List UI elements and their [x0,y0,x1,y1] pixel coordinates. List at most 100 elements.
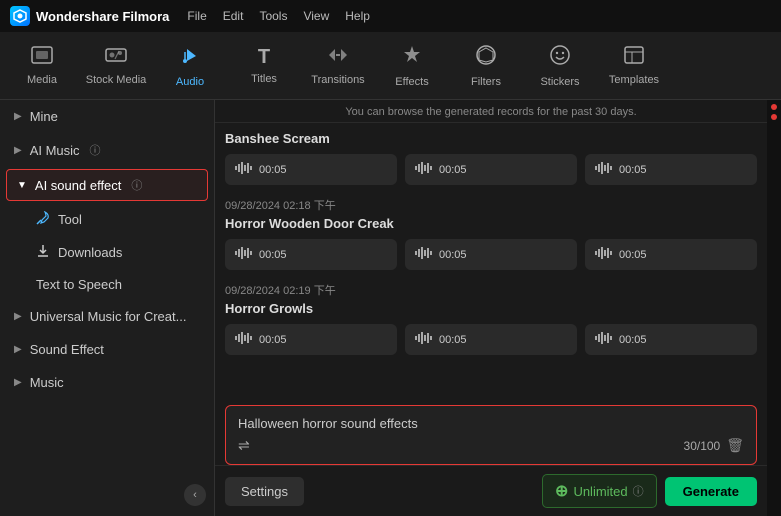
audio-track[interactable]: 00:05 [405,154,577,185]
sidebar-item-music[interactable]: ▶ Music [0,366,214,399]
trash-icon[interactable]: 🗑 [726,437,744,454]
sidebar-tts-label: Text to Speech [36,277,122,292]
toolbar-audio[interactable]: Audio [154,36,226,96]
audio-section-door-creak: 09/28/2024 02:18 下午 Horror Wooden Door C… [225,197,757,270]
audio-tracks-growls: 00:05 00:05 00:05 [225,324,757,355]
sidebar-collapse-button[interactable]: ‹ [184,484,206,506]
waveform-icon [415,162,433,177]
toolbar-stickers[interactable]: Stickers [524,36,596,96]
toolbar-templates[interactable]: Templates [598,36,670,96]
toolbar-filters-label: Filters [471,76,501,88]
prompt-box[interactable]: Halloween horror sound effects ⇌ 30/100 … [225,405,757,465]
brand: Wondershare Filmora [10,6,169,26]
collapse-icon: ‹ [193,489,197,501]
sidebar-item-text-to-speech[interactable]: Text to Speech [0,269,214,300]
toolbar-transitions[interactable]: Transitions [302,36,374,96]
strip-dot-red2 [771,114,777,120]
toolbar-transitions-label: Transitions [311,74,364,86]
toolbar-stock-media[interactable]: Stock Media [80,36,152,96]
prompt-text[interactable]: Halloween horror sound effects [238,416,744,431]
sidebar: ▶ Mine ▶ AI Music ⓘ ▼ AI sound effect ⓘ … [0,100,215,516]
sound-effect-arrow-icon: ▶ [14,344,22,355]
menu-items: File Edit Tools View Help [187,9,370,23]
section-date-door-creak: 09/28/2024 02:18 下午 [225,197,757,213]
sidebar-downloads-label: Downloads [58,245,122,260]
sidebar-item-tool[interactable]: Tool [0,203,214,236]
waveform-icon [595,332,613,347]
sidebar-sound-effect-label: Sound Effect [30,342,104,357]
shuffle-icon[interactable]: ⇌ [238,437,250,454]
unlimited-info-icon[interactable]: ⓘ [633,483,644,499]
ai-music-arrow-icon: ▶ [14,145,22,156]
prompt-count-area: 30/100 🗑 [684,437,744,454]
toolbar-effects[interactable]: Effects [376,36,448,96]
sidebar-item-sound-effect[interactable]: ▶ Sound Effect [0,333,214,366]
toolbar-filters[interactable]: Filters [450,36,522,96]
unlimited-plus-icon: ⊕ [555,481,568,501]
content-scroll: Banshee Scream 00:05 00:05 [215,123,767,399]
sidebar-item-mine[interactable]: ▶ Mine [0,100,214,133]
transitions-icon [327,46,349,70]
toolbar-effects-label: Effects [395,76,428,88]
waveform-icon [595,162,613,177]
audio-icon [179,44,201,72]
section-title-banshee: Banshee Scream [225,131,757,146]
waveform-icon [235,247,253,262]
waveform-icon [595,247,613,262]
ai-music-info-icon: ⓘ [90,142,101,158]
filters-icon [475,44,497,72]
toolbar-templates-label: Templates [609,74,659,86]
toolbar-titles[interactable]: T Titles [228,36,300,96]
downloads-icon [36,244,50,261]
track-duration: 00:05 [439,334,467,346]
waveform-icon [415,247,433,262]
audio-track[interactable]: 00:05 [585,239,757,270]
menu-bar: Wondershare Filmora File Edit Tools View… [0,0,781,32]
sidebar-ai-sound-label: AI sound effect [35,178,122,193]
toolbar-titles-label: Titles [251,73,277,85]
toolbar-stickers-label: Stickers [540,76,579,88]
bottom-bar: Settings ⊕ Unlimited ⓘ Generate [215,465,767,516]
prompt-count-value: 30/100 [684,439,721,453]
menu-file[interactable]: File [187,9,206,23]
menu-edit[interactable]: Edit [223,9,244,23]
audio-track[interactable]: 00:05 [225,239,397,270]
brand-name: Wondershare Filmora [36,9,169,24]
brand-icon [10,6,30,26]
audio-track[interactable]: 00:05 [405,324,577,355]
music-arrow-icon: ▶ [14,377,22,388]
main-area: ▶ Mine ▶ AI Music ⓘ ▼ AI sound effect ⓘ … [0,100,781,516]
content-area: You can browse the generated records for… [215,100,767,516]
audio-track[interactable]: 00:05 [585,324,757,355]
right-strip [767,100,781,516]
unlimited-button[interactable]: ⊕ Unlimited ⓘ [542,474,657,508]
section-title-growls: Horror Growls [225,301,757,316]
audio-track[interactable]: 00:05 [225,154,397,185]
toolbar-media[interactable]: Media [6,36,78,96]
audio-track[interactable]: 00:05 [405,239,577,270]
settings-button[interactable]: Settings [225,477,304,506]
menu-help[interactable]: Help [345,9,370,23]
ai-sound-info-icon: ⓘ [131,177,142,193]
unlimited-label: Unlimited [573,484,627,499]
sidebar-item-ai-music[interactable]: ▶ AI Music ⓘ [0,133,214,167]
audio-track[interactable]: 00:05 [585,154,757,185]
universal-arrow-icon: ▶ [14,311,22,322]
generate-button[interactable]: Generate [665,477,757,506]
menu-tools[interactable]: Tools [259,9,287,23]
ai-sound-arrow-icon: ▼ [17,180,27,191]
track-duration: 00:05 [259,334,287,346]
track-duration: 00:05 [439,249,467,261]
menu-view[interactable]: View [303,9,329,23]
audio-track[interactable]: 00:05 [225,324,397,355]
section-title-door-creak: Horror Wooden Door Creak [225,216,757,231]
right-controls: ⊕ Unlimited ⓘ Generate [542,474,757,508]
sidebar-item-ai-sound-effect[interactable]: ▼ AI sound effect ⓘ [6,169,208,201]
section-date-growls: 09/28/2024 02:19 下午 [225,282,757,298]
toolbar-audio-label: Audio [176,76,204,88]
content-notice: You can browse the generated records for… [215,100,767,123]
sidebar-item-downloads[interactable]: Downloads [0,236,214,269]
sidebar-item-universal-music[interactable]: ▶ Universal Music for Creat... [0,300,214,333]
mine-arrow-icon: ▶ [14,111,22,122]
track-duration: 00:05 [259,249,287,261]
